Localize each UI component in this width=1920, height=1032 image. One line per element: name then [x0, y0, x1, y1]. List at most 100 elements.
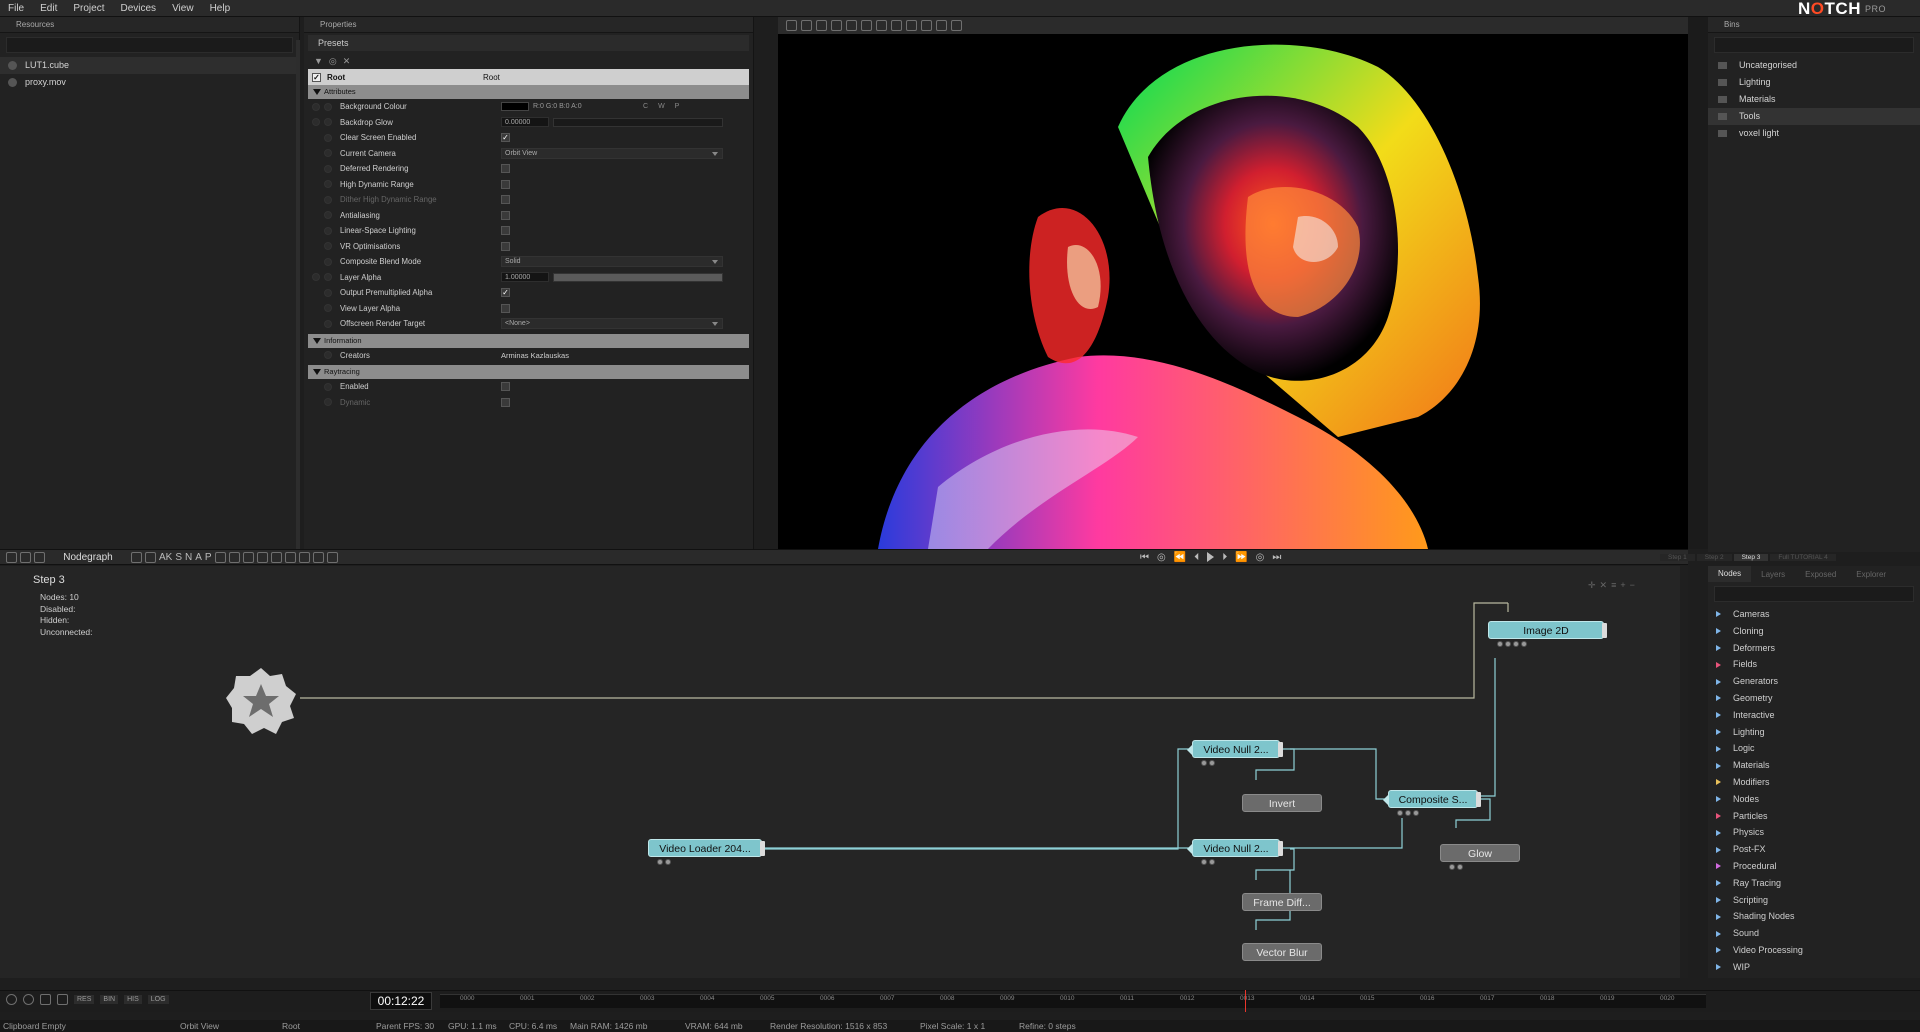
ak-tool-icon[interactable]: [846, 20, 857, 31]
property-dropdown[interactable]: Orbit View: [501, 147, 723, 159]
root-header[interactable]: ✓ Root Root: [308, 69, 749, 85]
color-swatch[interactable]: [501, 102, 529, 112]
cog-icon[interactable]: [23, 994, 34, 1005]
expose-icon[interactable]: [324, 288, 332, 297]
expose-icon[interactable]: [324, 242, 332, 251]
step-back-icon[interactable]: ⏴: [1194, 552, 1199, 563]
back-arrow-icon[interactable]: [57, 994, 68, 1005]
expose-icon[interactable]: [324, 180, 332, 189]
keyframe-icon[interactable]: [312, 102, 320, 111]
expose-icon[interactable]: [324, 195, 332, 204]
node-category[interactable]: WIP: [1708, 959, 1920, 976]
keyframe-icon[interactable]: [312, 273, 320, 282]
expose-icon[interactable]: [324, 211, 332, 220]
node-category[interactable]: Cameras: [1708, 606, 1920, 623]
node-category[interactable]: Generators: [1708, 673, 1920, 690]
gear-icon[interactable]: [214, 551, 226, 563]
expose-icon[interactable]: [324, 319, 332, 328]
node-category[interactable]: Shading Nodes: [1708, 908, 1920, 925]
property-number-field[interactable]: 0.00000: [501, 117, 549, 128]
node-category[interactable]: Geometry: [1708, 690, 1920, 707]
expose-icon[interactable]: [324, 118, 332, 127]
layer-tab[interactable]: Step 2: [1696, 553, 1732, 561]
copy-icon[interactable]: [20, 551, 31, 563]
node-category[interactable]: Sound: [1708, 925, 1920, 942]
clear-icon[interactable]: ✕: [343, 56, 351, 67]
hatch-icon[interactable]: [298, 551, 310, 563]
n-button[interactable]: N: [185, 552, 192, 563]
bin-item[interactable]: voxel light: [1708, 125, 1920, 142]
property-checkbox[interactable]: [501, 195, 510, 205]
timecode-display[interactable]: 00:12:22: [370, 992, 432, 1010]
nodegraph-tab[interactable]: Nodegraph: [48, 552, 128, 563]
resource-item[interactable]: LUT1.cube: [0, 57, 299, 74]
bin-item[interactable]: Tools: [1708, 108, 1920, 125]
property-checkbox[interactable]: [501, 164, 510, 174]
menu-edit[interactable]: Edit: [32, 3, 65, 14]
his-button[interactable]: HIS: [124, 995, 142, 1004]
section-information[interactable]: Information: [308, 333, 749, 348]
section-attributes[interactable]: Attributes: [308, 85, 749, 99]
node-category[interactable]: Post-FX: [1708, 841, 1920, 858]
rotate-tool-icon[interactable]: [801, 20, 812, 31]
property-slider[interactable]: [553, 117, 723, 127]
select-tool-icon[interactable]: [786, 20, 797, 31]
node-category[interactable]: Materials: [1708, 757, 1920, 774]
section-raytracing[interactable]: Raytracing: [308, 365, 749, 379]
loop-icon[interactable]: ◎: [1157, 552, 1166, 563]
p-button[interactable]: P: [205, 552, 212, 563]
color-mode-button[interactable]: P: [675, 103, 680, 110]
node-category[interactable]: Particles: [1708, 808, 1920, 825]
property-checkbox[interactable]: ✓: [501, 133, 510, 143]
layers-icon[interactable]: [951, 20, 962, 31]
filter-icon[interactable]: ▼: [314, 56, 323, 66]
tab-exposed[interactable]: Exposed: [1795, 570, 1846, 579]
node-image-2d[interactable]: Image 2D: [1488, 621, 1607, 647]
node-category[interactable]: Scripting: [1708, 892, 1920, 909]
refresh-icon[interactable]: [40, 994, 51, 1005]
gizmo-icon[interactable]: [861, 20, 872, 31]
bin-item[interactable]: Lighting: [1708, 74, 1920, 91]
property-checkbox[interactable]: [501, 241, 510, 251]
color-mode-button[interactable]: W: [658, 103, 665, 110]
align-icon[interactable]: [242, 551, 254, 563]
node-category[interactable]: Procedural: [1708, 858, 1920, 875]
expose-icon[interactable]: [324, 102, 332, 111]
menu-file[interactable]: File: [0, 3, 32, 14]
person-icon[interactable]: [284, 551, 296, 563]
tab-explorer[interactable]: Explorer: [1846, 570, 1896, 579]
node-category[interactable]: Deformers: [1708, 640, 1920, 657]
globe-icon[interactable]: [270, 551, 282, 563]
fast-forward-icon[interactable]: ⏩: [1235, 552, 1247, 563]
log-button[interactable]: LOG: [147, 995, 169, 1004]
layer-tab[interactable]: Step 1: [1660, 553, 1695, 561]
skip-start-icon[interactable]: ⏮: [1140, 552, 1149, 563]
expose-icon[interactable]: [324, 149, 332, 158]
node-video-null-1[interactable]: Video Null 2...: [1187, 740, 1283, 766]
node-category[interactable]: Interactive: [1708, 707, 1920, 724]
step-forward-icon[interactable]: ⏵: [1222, 552, 1227, 563]
property-checkbox[interactable]: [501, 303, 510, 313]
nodes-search[interactable]: [1714, 586, 1914, 602]
expose-icon[interactable]: [324, 164, 332, 173]
scale-tool-icon[interactable]: [816, 20, 827, 31]
nodegraph-view-controls[interactable]: ✛✕≡+−: [1588, 580, 1668, 592]
root-gear-icon[interactable]: [224, 666, 298, 736]
property-dropdown[interactable]: Solid: [501, 256, 723, 268]
node-category[interactable]: Lighting: [1708, 724, 1920, 741]
bin-item[interactable]: Materials: [1708, 91, 1920, 108]
node-category[interactable]: Cloning: [1708, 623, 1920, 640]
play-icon[interactable]: [1207, 552, 1215, 562]
property-slider[interactable]: [553, 272, 723, 282]
node-vector-blur[interactable]: Vector Blur: [1242, 943, 1322, 961]
node-category[interactable]: Video Processing: [1708, 942, 1920, 959]
expose-icon[interactable]: [324, 304, 332, 313]
raytracing-dynamic-checkbox[interactable]: [501, 397, 510, 407]
expose-icon[interactable]: [324, 257, 332, 266]
expose-icon[interactable]: [324, 133, 332, 142]
resource-item[interactable]: proxy.mov: [0, 74, 299, 91]
presets-bar[interactable]: Presets: [308, 35, 749, 51]
node-category[interactable]: Nodes: [1708, 791, 1920, 808]
tab-layers[interactable]: Layers: [1751, 570, 1795, 579]
move-tool-icon[interactable]: [831, 20, 842, 31]
